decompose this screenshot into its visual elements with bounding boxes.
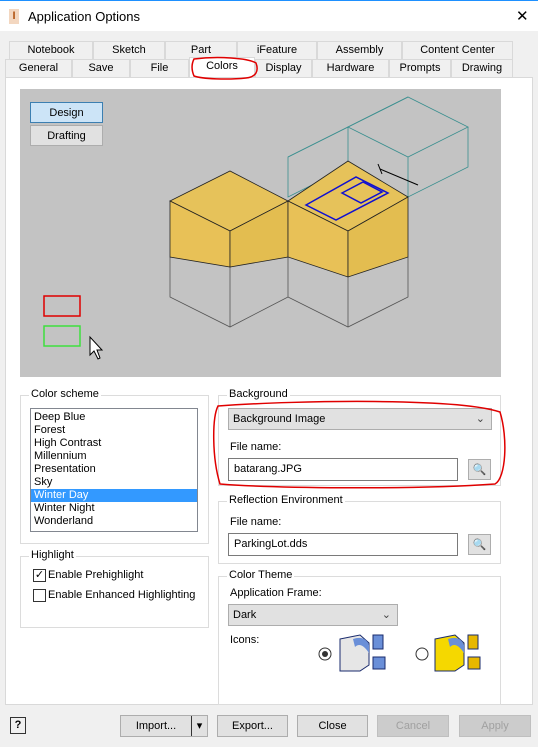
tab-display[interactable]: Display	[255, 59, 312, 77]
red-annotation-circle	[191, 56, 258, 80]
color-scheme-item[interactable]: High Contrast	[31, 437, 197, 450]
tab-hardware[interactable]: Hardware	[312, 59, 389, 77]
color-theme-group: Color Theme Application Frame: Dark ⌄ Ico…	[218, 569, 501, 705]
browse-reflection-button[interactable]: 🔍	[468, 534, 491, 555]
application-frame-value: Dark	[233, 609, 257, 621]
highlight-label: Highlight	[29, 549, 76, 561]
chevron-down-icon: ⌄	[381, 609, 391, 621]
color-scheme-item[interactable]: Sky	[31, 476, 197, 489]
tab-prompts[interactable]: Prompts	[389, 59, 451, 77]
close-button[interactable]: Close	[297, 715, 368, 737]
highlight-group: Highlight ✓ Enable Prehighlight Enable E…	[20, 549, 209, 628]
color-scheme-item[interactable]: Millennium	[31, 450, 197, 463]
red-annotation-oval	[212, 400, 506, 489]
tab-sketch[interactable]: Sketch	[93, 41, 165, 59]
help-button[interactable]: ?	[10, 717, 26, 734]
cancel-button[interactable]: Cancel	[377, 715, 449, 737]
enhanced-highlighting-label: Enable Enhanced Highlighting	[48, 589, 196, 601]
reflection-file-label: File name:	[230, 516, 282, 528]
tab-assembly[interactable]: Assembly	[317, 41, 402, 59]
application-frame-select[interactable]: Dark ⌄	[228, 604, 398, 626]
app-icon: I	[9, 9, 19, 24]
reflection-file-input[interactable]: ParkingLot.dds	[228, 533, 458, 556]
reflection-group: Reflection Environment File name: Parkin…	[218, 494, 501, 564]
preview-area: Design Drafting	[20, 89, 501, 377]
close-icon[interactable]: ✕	[516, 7, 529, 25]
icon-theme-yellow-radio[interactable]	[415, 647, 429, 661]
reflection-label: Reflection Environment	[227, 494, 345, 506]
color-scheme-item[interactable]: Forest	[31, 424, 197, 437]
export-button[interactable]: Export...	[217, 715, 288, 737]
color-scheme-label: Color scheme	[29, 388, 101, 400]
icon-theme-blue-radio[interactable]	[318, 647, 332, 661]
color-scheme-item[interactable]: Winter Night	[31, 502, 197, 515]
icons-label: Icons:	[230, 634, 260, 646]
apply-button[interactable]: Apply	[459, 715, 531, 737]
import-label: Import...	[135, 720, 177, 732]
icon-theme-options	[318, 634, 481, 672]
title-bar: I Application Options ✕	[0, 0, 538, 31]
prehighlight-checkbox[interactable]: ✓	[33, 569, 46, 582]
color-scheme-item[interactable]: Winter Day	[31, 489, 197, 502]
window-title: Application Options	[28, 9, 141, 24]
color-scheme-item[interactable]: Deep Blue	[31, 411, 197, 424]
import-button[interactable]: Import... ▾	[120, 715, 208, 737]
tab-content-center[interactable]: Content Center	[402, 41, 513, 59]
tab-file[interactable]: File	[130, 59, 189, 77]
color-scheme-group: Color scheme Deep Blue Forest High Contras…	[20, 388, 209, 544]
color-theme-label: Color Theme	[227, 569, 295, 581]
preview-model	[43, 96, 469, 360]
tab-save[interactable]: Save	[72, 59, 130, 77]
color-scheme-list[interactable]: Deep Blue Forest High Contrast Millennium Pr…	[30, 408, 198, 532]
tab-drawing[interactable]: Drawing	[451, 59, 513, 77]
enhanced-highlighting-checkbox[interactable]	[33, 589, 46, 602]
tab-general[interactable]: General	[5, 59, 72, 77]
cursor-icon	[89, 335, 104, 360]
import-dropdown-arrow[interactable]: ▾	[191, 716, 207, 736]
prehighlight-label: Enable Prehighlight	[48, 569, 144, 581]
yellow-icon-preview	[434, 634, 481, 672]
color-scheme-item[interactable]: Wonderland	[31, 515, 197, 528]
application-frame-label: Application Frame:	[230, 587, 322, 599]
blue-icon-preview	[339, 634, 386, 672]
tab-notebook[interactable]: Notebook	[9, 41, 93, 59]
color-scheme-item[interactable]: Presentation	[31, 463, 197, 476]
